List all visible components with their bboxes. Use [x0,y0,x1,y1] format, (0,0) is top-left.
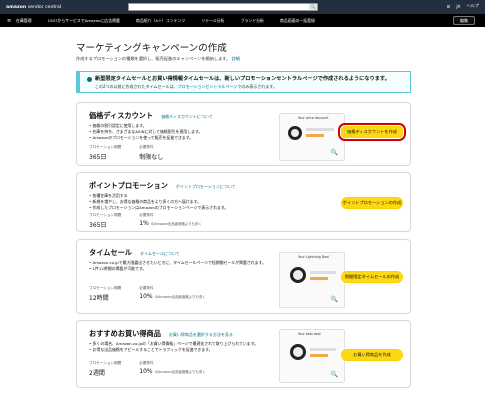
top-icons: ⚙ JA ヘルプ [447,3,479,9]
card-info-link[interactable]: 価格ディスカウントについて [161,114,213,119]
nav-item-aplus[interactable]: 商品紹介（A＋）コンテンツ [136,18,185,24]
zoom-icon: 🔍 [330,371,338,378]
card-point-promotion: ポイントプロモーション ポイントプロモーションについて • 各種在庫を活用する •… [76,172,411,232]
banner-title: 新型限定タイムセールとお買い得情報タイムセールは、新しいプロモーションセントラル… [95,76,390,82]
preview-image: Your best deal 🔍 [279,329,345,383]
card-info-link[interactable]: お買い得商品を選択する方法を見る [169,332,233,337]
create-point-promotion-button[interactable]: ポイントプロモーションの作成 [341,197,403,209]
page-subtitle: 作成するプロモーションの種類を選択し、販売促進のキャンペーンを開始します。 詳細 [76,56,240,61]
language-selector[interactable]: JA [456,4,460,9]
nav-item-ads[interactable]: 1507からサービスでAmazonに広告掲載 [48,18,120,24]
card-title: おすすめお買い得商品 お買い得商品を選択する方法を見る [89,329,233,338]
help-link[interactable]: ヘルプ [466,3,479,9]
preview-image: Your Lightning Deal 🔍 [279,252,345,308]
nav-item-brand[interactable]: ブランド分析 [241,18,264,24]
preview-image: Your price discount 🔍 [279,113,345,161]
info-icon [87,77,92,82]
create-best-deal-button[interactable]: お買い得商品を作成 [341,349,403,361]
headphones-image [288,126,302,140]
headphones-image [290,344,306,360]
card-meta: プロモーション期間 365日 必要条件 制限なし [89,145,164,161]
card-title: タイムセール タイムセールについて [89,248,180,257]
search-input[interactable]: 🔍 [128,3,318,11]
create-lightning-deal-button[interactable]: 期間限定タイムセールの作成 [341,271,403,283]
search-icon[interactable]: 🔍 [309,4,317,10]
card-meta: プロモーション期間 2週間 必要条件 10% のAmazon出品者価格よりも低く [89,361,206,377]
headphones-image [290,267,306,283]
promotion-central-link[interactable]: プロモーションセントラルページ [177,84,237,89]
nav-item-bulk[interactable]: 商品画面の一括登録 [280,18,315,24]
card-lightning-deal: タイムセール タイムセールについて • Amazon.co.jpで最大限露出させた… [76,239,411,314]
card-best-deal: おすすめお買い得商品 お買い得商品を選択する方法を見る • 多くの場合、Amazo… [76,320,411,388]
nav-item-analytics[interactable]: リテール分析 [201,18,224,24]
page-title: マーケティングキャンペーンの作成 [76,43,227,54]
top-bar: amazon vendor central 🔍 ⚙ JA ヘルプ [0,0,485,14]
card-title: 価格ディスカウント 価格ディスカウントについて [89,111,213,120]
zoom-icon: 🔍 [330,296,338,303]
card-bullets: • 多くの場合、Amazon.co.jpの「お買い得情報」ページで最適化されて取… [89,341,259,353]
edit-button[interactable]: 編集 [453,16,475,25]
card-bullets: • 価格の割引設定に使用します。 • 在庫を持ち、さまざまなASINに対して価格… [89,123,203,141]
card-meta: プロモーション期間 12時間 必要条件 10% のAmazon出品者価格よりも低く [89,286,206,302]
gear-icon[interactable]: ⚙ [447,4,451,9]
card-info-link[interactable]: タイムセールについて [140,251,180,256]
create-price-discount-button[interactable]: 価格ディスカウントを作成 [338,123,406,141]
card-title: ポイントプロモーション ポイントプロモーションについて [89,181,236,190]
details-link[interactable]: 詳細 [232,56,240,61]
card-meta: プロモーション期間 365日 必要条件 1% のAmazon出品者価格よりも多く [89,213,202,229]
zoom-icon: 🔍 [330,149,338,156]
card-bullets: • 各種在庫を活用する • 新規を増やし、お得な価格の商品をより多くの方へ届けま… [89,193,229,211]
card-price-discount: 価格ディスカウント 価格ディスカウントについて • 価格の割引設定に使用します。 … [76,102,411,166]
menu-icon[interactable]: ≡ [7,18,11,24]
brand-logo[interactable]: amazon vendor central [6,5,61,10]
nav-item-inventory[interactable]: 在庫管理 [16,18,32,24]
card-info-link[interactable]: ポイントプロモーションについて [176,184,236,189]
banner-body: この2つの以前に作成されたタイムセールは、プロモーションセントラルページでのみ表… [95,84,277,89]
card-bullets: • Amazon.co.jpで最大限露出させたいときに、タイムセールページで短期… [89,260,266,272]
nav-bar: ≡ 在庫管理 1507からサービスでAmazonに広告掲載 商品紹介（A＋）コン… [0,14,485,27]
info-banner: 新型限定タイムセールとお買い得情報タイムセールは、新しいプロモーションセントラル… [76,71,411,93]
